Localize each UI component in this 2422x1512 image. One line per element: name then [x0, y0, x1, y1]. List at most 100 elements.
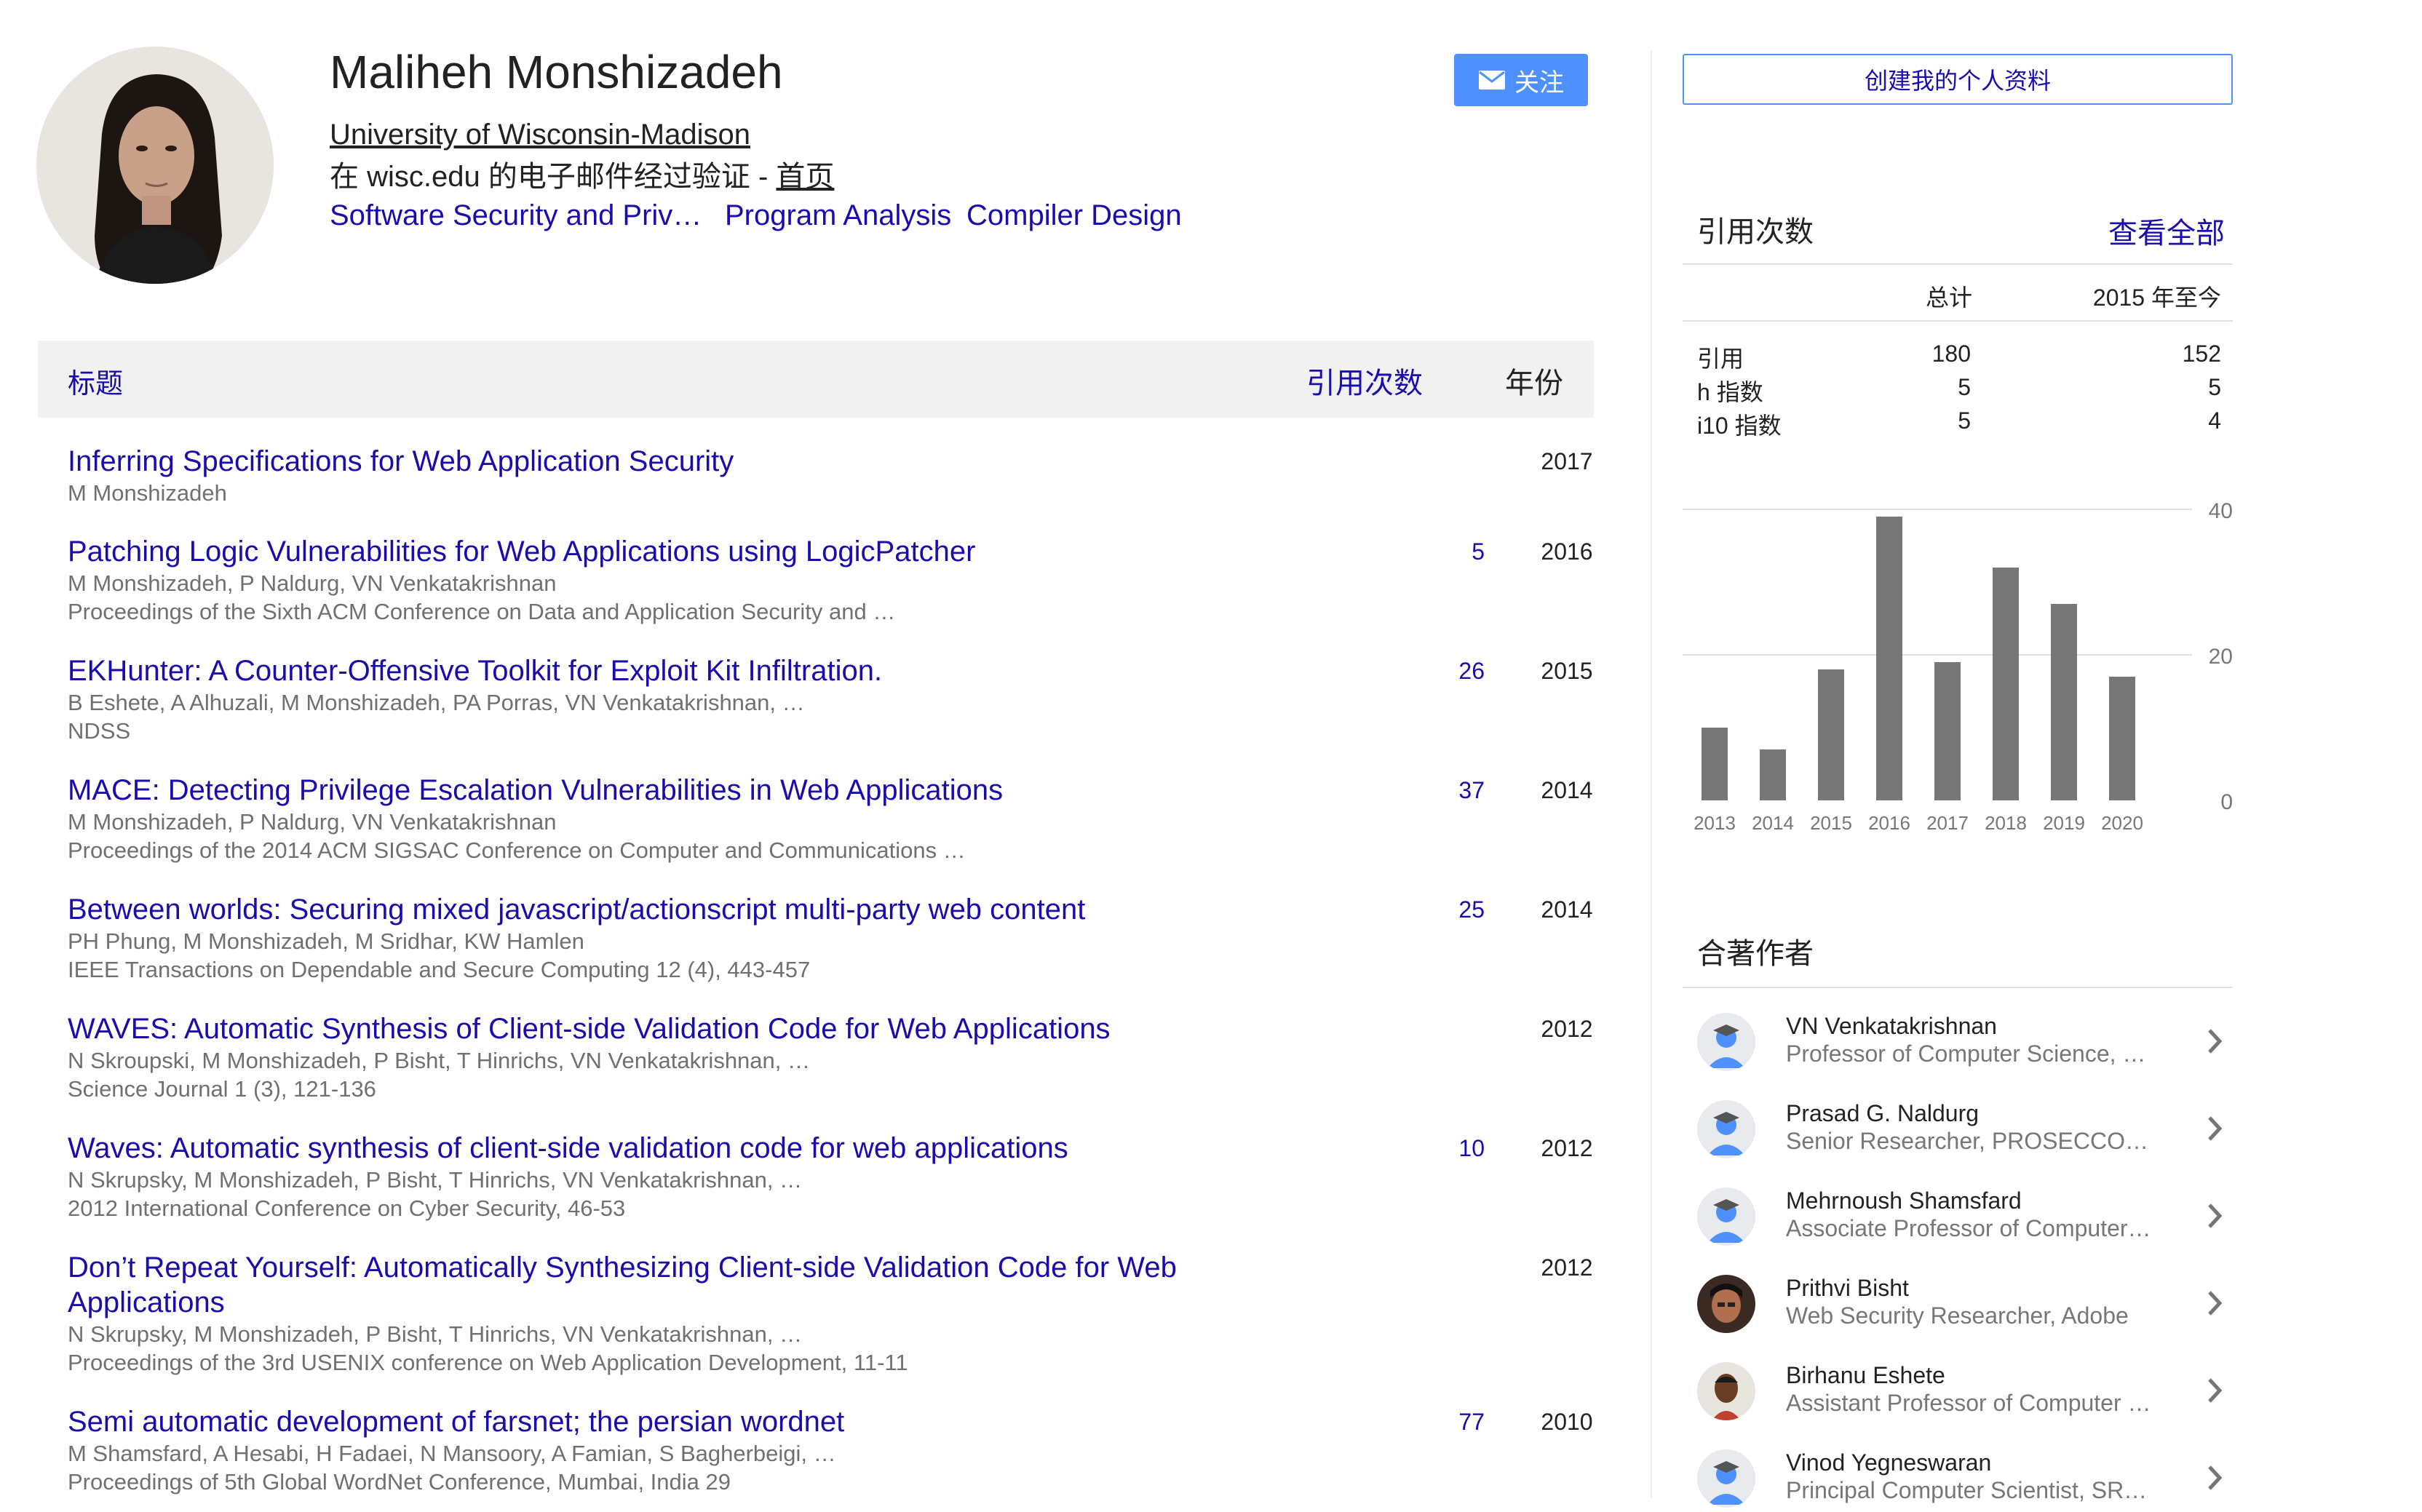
coauthor-name: Prasad G. Naldurg — [1786, 1100, 1980, 1126]
paper-authors: M Monshizadeh, P Naldurg, VN Venkatakris… — [68, 570, 557, 596]
bar — [1993, 568, 2019, 800]
bar — [1760, 749, 1786, 800]
paper-year: 2012 — [1541, 1016, 1593, 1042]
paper-venue: 2012 International Conference on Cyber S… — [68, 1195, 626, 1221]
paper-title-link[interactable]: MACE: Detecting Privilege Escalation Vul… — [68, 773, 1218, 808]
create-profile-button[interactable]: 创建我的个人资料 — [1683, 54, 2233, 105]
col-since-header: 2015 年至今 — [2092, 285, 2221, 311]
coauthor-item[interactable]: Vinod Yegneswaran Principal Computer Sci… — [1683, 1439, 2233, 1512]
citations-title: 引用次数 — [1697, 216, 1814, 248]
coauthor-name: Vinod Yegneswaran — [1786, 1449, 1992, 1476]
stat-since: 152 — [2182, 341, 2221, 367]
bar — [1702, 728, 1728, 800]
bar — [1876, 517, 1902, 800]
y-tick-label: 0 — [2220, 790, 2233, 814]
paper-venue: Science Journal 1 (3), 121-136 — [68, 1076, 376, 1102]
verified-email-text: 在 wisc.edu 的电子邮件经过验证 - — [330, 161, 777, 193]
table-row: Don’t Repeat Yourself: Automatically Syn… — [68, 1250, 1596, 1377]
paper-year: 2016 — [1541, 538, 1593, 565]
paper-title-link[interactable]: Patching Logic Vulnerabilities for Web A… — [68, 534, 1218, 569]
profile-name: Maliheh Monshizadeh — [330, 46, 783, 98]
affiliation-link[interactable]: University of Wisconsin-Madison — [330, 119, 750, 151]
follow-button[interactable]: 关注 — [1454, 54, 1588, 106]
coauthor-name: Prithvi Bisht — [1786, 1275, 1909, 1301]
avatar — [1697, 1100, 1755, 1158]
coauthor-name: Birhanu Eshete — [1786, 1362, 1945, 1388]
paper-venue: Proceedings of 5th Global WordNet Confer… — [68, 1469, 731, 1495]
avatar — [1697, 1013, 1755, 1071]
citation-count-link[interactable]: 37 — [1368, 777, 1485, 804]
column-divider — [1651, 51, 1652, 1497]
chevron-right-icon — [2208, 1116, 2223, 1141]
avatar — [1697, 1275, 1755, 1333]
verified-email-line: 在 wisc.edu 的电子邮件经过验证 - 首页 — [330, 153, 834, 195]
stat-total: 180 — [1931, 341, 1971, 367]
paper-title-link[interactable]: Don’t Repeat Yourself: Automatically Syn… — [68, 1250, 1218, 1320]
paper-authors: M Monshizadeh — [68, 480, 227, 506]
citation-count-link[interactable]: 77 — [1368, 1409, 1485, 1436]
table-row: Waves: Automatic synthesis of client-sid… — [68, 1131, 1596, 1222]
sort-by-citations[interactable]: 引用次数 — [1306, 359, 1423, 402]
table-row: MACE: Detecting Privilege Escalation Vul… — [68, 773, 1596, 864]
x-tick-label: 2015 — [1810, 812, 1852, 834]
bar — [2109, 677, 2135, 800]
paper-title-link[interactable]: Between worlds: Securing mixed javascrip… — [68, 892, 1218, 927]
x-tick-label: 2016 — [1868, 812, 1910, 834]
table-row: Inferring Specifications for Web Applica… — [68, 444, 1596, 507]
divider — [1683, 320, 2233, 322]
sort-by-year[interactable]: 年份 — [1505, 359, 1563, 402]
citation-count-link[interactable]: 5 — [1368, 538, 1485, 565]
coauthors-title: 合著作者 — [1697, 938, 1814, 970]
homepage-link[interactable]: 首页 — [776, 161, 834, 193]
paper-authors: M Monshizadeh, P Naldurg, VN Venkatakris… — [68, 809, 557, 835]
paper-venue: IEEE Transactions on Dependable and Secu… — [68, 957, 811, 982]
follow-label: 关注 — [1514, 68, 1564, 97]
coauthor-name: VN Venkatakrishnan — [1786, 1013, 1997, 1039]
interest-link[interactable]: Compiler Design — [966, 199, 1182, 232]
stat-since: 5 — [2208, 374, 2221, 400]
citation-count-link[interactable]: 26 — [1368, 658, 1485, 685]
coauthor-item[interactable]: Prasad G. Naldurg Senior Researcher, PRO… — [1683, 1090, 2233, 1163]
x-tick-label: 2019 — [2043, 812, 2085, 834]
coauthor-name: Mehrnoush Shamsfard — [1786, 1187, 2022, 1214]
citation-count-link[interactable]: 10 — [1368, 1135, 1485, 1162]
citation-count-link[interactable]: 25 — [1368, 896, 1485, 923]
interest-link[interactable]: Program Analysis — [725, 199, 951, 232]
bar — [1934, 662, 1961, 800]
table-row: WAVES: Automatic Synthesis of Client-sid… — [68, 1011, 1596, 1103]
coauthor-item[interactable]: Birhanu Eshete Assistant Professor of Co… — [1683, 1352, 2233, 1425]
stat-total: 5 — [1958, 374, 1971, 400]
table-row: Between worlds: Securing mixed javascrip… — [68, 892, 1596, 984]
stat-since: 4 — [2208, 407, 2221, 434]
sort-by-title[interactable]: 标题 — [68, 361, 123, 401]
paper-year: 2015 — [1541, 658, 1593, 684]
paper-title-link[interactable]: EKHunter: A Counter-Offensive Toolkit fo… — [68, 653, 1218, 688]
avatar — [1697, 1187, 1755, 1246]
coauthor-affiliation: Web Security Researcher, Adobe — [1786, 1302, 2129, 1329]
paper-authors: N Skrupsky, M Monshizadeh, P Bisht, T Hi… — [68, 1321, 803, 1347]
paper-title-link[interactable]: Inferring Specifications for Web Applica… — [68, 444, 1218, 479]
profile-photo — [36, 47, 274, 284]
bar — [1818, 669, 1844, 800]
paper-year: 2014 — [1541, 777, 1593, 803]
coauthor-affiliation: Associate Professor of Computer… — [1786, 1215, 2151, 1241]
paper-year: 2014 — [1541, 896, 1593, 923]
coauthor-item[interactable]: Prithvi Bisht Web Security Researcher, A… — [1683, 1265, 2233, 1337]
paper-venue: Proceedings of the 2014 ACM SIGSAC Confe… — [68, 837, 966, 863]
chevron-right-icon — [2208, 1378, 2223, 1403]
paper-title-link[interactable]: Waves: Automatic synthesis of client-sid… — [68, 1131, 1218, 1166]
paper-year: 2012 — [1541, 1135, 1593, 1161]
coauthor-affiliation: Senior Researcher, PROSECCO… — [1786, 1128, 2148, 1154]
coauthor-item[interactable]: Mehrnoush Shamsfard Associate Professor … — [1683, 1177, 2233, 1250]
paper-venue: Proceedings of the Sixth ACM Conference … — [68, 599, 896, 624]
coauthor-affiliation: Principal Computer Scientist, SR… — [1786, 1477, 2148, 1503]
view-all-link[interactable]: 查看全部 — [2108, 210, 2225, 252]
x-tick-label: 2017 — [1926, 812, 1969, 834]
paper-authors: N Skrupsky, M Monshizadeh, P Bisht, T Hi… — [68, 1167, 803, 1193]
coauthor-item[interactable]: VN Venkatakrishnan Professor of Computer… — [1683, 1003, 2233, 1075]
paper-title-link[interactable]: Semi automatic development of farsnet; t… — [68, 1404, 1218, 1439]
interest-link[interactable]: Software Security and Priv… — [330, 199, 702, 232]
avatar — [1697, 1449, 1755, 1508]
paper-title-link[interactable]: WAVES: Automatic Synthesis of Client-sid… — [68, 1011, 1218, 1046]
coauthor-affiliation: Assistant Professor of Computer … — [1786, 1390, 2151, 1416]
